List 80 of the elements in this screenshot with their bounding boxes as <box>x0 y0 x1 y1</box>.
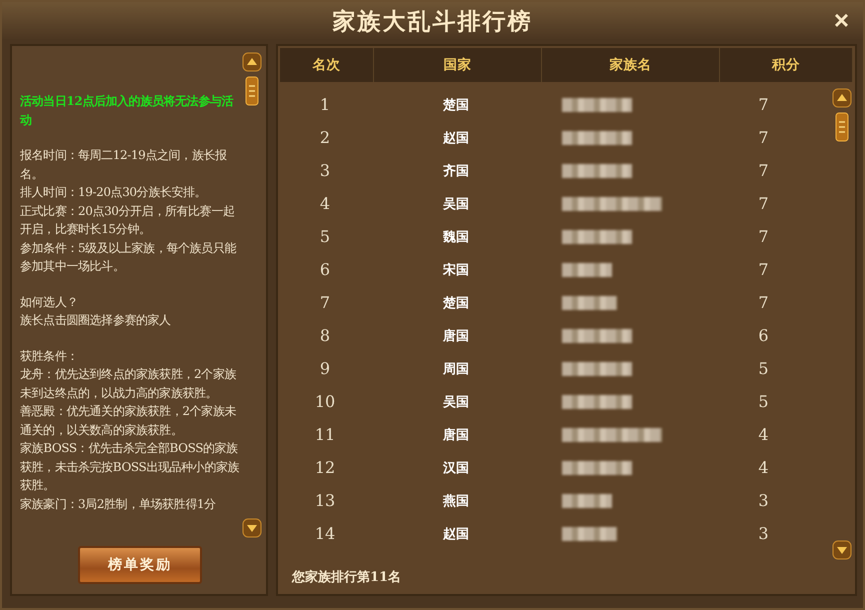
rank-cell: 14 <box>314 524 336 543</box>
window-title: 家族大乱斗排行榜 <box>332 6 532 36</box>
rule-text: 获胜条件： <box>20 348 80 364</box>
blurred-name <box>562 460 632 474</box>
country-cell-text: 楚国 <box>443 294 469 312</box>
rule-text: 排人时间：19-20点30分族长安排。 <box>20 184 208 201</box>
blurred-name <box>562 494 612 508</box>
blurred-name <box>562 230 632 244</box>
score-cell: 4 <box>758 425 769 444</box>
rank-cell: 6 <box>320 260 330 279</box>
score-cell: 7 <box>758 128 769 147</box>
country-cell-text: 齐国 <box>443 162 469 180</box>
score-cell: 7 <box>758 161 769 180</box>
scroll-down-icon[interactable] <box>242 518 262 538</box>
blurred-name <box>562 262 612 276</box>
blurred-name <box>562 328 632 342</box>
rank-cell: 12 <box>314 458 336 477</box>
scroll-thumb[interactable] <box>835 112 849 142</box>
country-cell-text: 唐国 <box>443 328 469 344</box>
score-cell: 6 <box>758 326 769 345</box>
close-button[interactable]: × <box>830 6 853 34</box>
rule-text: 报名时间：每周二12-19点之间，族长报名。 <box>20 147 228 182</box>
rank-cell: 7 <box>320 293 330 312</box>
reward-button[interactable]: 榜单奖励 <box>78 546 202 584</box>
rule-text: 龙舟：优先达到终点的家族获胜，2个家族未到达终点的，以战力高的家族获胜。 <box>20 366 238 402</box>
rank-cell: 13 <box>314 491 336 510</box>
column-header: 积分 <box>720 48 853 82</box>
blurred-name <box>562 394 632 408</box>
country-cell-text: 周国 <box>443 360 469 378</box>
score-cell: 7 <box>758 95 769 114</box>
rank-cell: 4 <box>320 194 330 213</box>
rule-text: 家族BOSS：优先击杀完全部BOSS的家族获胜，未击杀完按BOSS出现品种小的家族获胜。 <box>20 440 240 494</box>
blurred-name <box>562 296 617 310</box>
column-header: 名次 <box>280 48 374 82</box>
rule-text: 正式比赛：20点30分开启，所有比赛一起开启，比赛时长15分钟。 <box>20 202 236 238</box>
rule-text: 参加条件：5级及以上家族，每个族员只能参加其中一场比斗。 <box>20 240 238 275</box>
blurred-name <box>562 98 632 112</box>
blurred-name <box>562 362 632 376</box>
rank-cell: 1 <box>320 95 330 114</box>
notice-text: 活动当日12点后加入的族员将无法参与活动 <box>20 93 234 128</box>
score-cell: 7 <box>758 260 769 279</box>
country-cell-text: 燕国 <box>443 492 469 510</box>
column-header: 家族名 <box>542 48 720 82</box>
score-cell: 5 <box>758 359 769 378</box>
score-cell: 7 <box>758 293 769 312</box>
country-cell-text: 吴国 <box>443 196 469 212</box>
score-cell: 7 <box>758 194 769 213</box>
country-cell-text: 赵国 <box>443 526 469 542</box>
rule-text: 如何选人？ <box>20 294 80 310</box>
country-cell-text: 唐国 <box>443 426 469 444</box>
blurred-name <box>562 164 632 178</box>
rank-cell: 10 <box>314 392 336 411</box>
score-cell: 7 <box>758 227 769 246</box>
scroll-down-icon[interactable] <box>832 540 852 560</box>
rank-cell: 8 <box>320 326 330 345</box>
rule-text: 族长点击圆圈选择参赛的家人 <box>20 312 172 329</box>
score-cell: 4 <box>758 458 769 477</box>
column-header: 国家 <box>374 48 542 82</box>
rank-cell: 5 <box>320 227 330 246</box>
rank-cell: 2 <box>320 128 330 147</box>
score-cell: 3 <box>758 524 769 543</box>
country-cell-text: 宋国 <box>443 262 469 278</box>
rank-summary: 您家族排行第11名 <box>292 570 402 585</box>
country-cell-text: 赵国 <box>443 130 469 146</box>
score-cell: 5 <box>758 392 769 411</box>
country-cell-text: 魏国 <box>443 228 469 246</box>
scroll-thumb[interactable] <box>245 76 259 106</box>
country-cell-text: 汉国 <box>443 460 469 476</box>
scroll-up-icon[interactable] <box>242 52 262 72</box>
rank-cell: 11 <box>314 425 336 444</box>
rule-text: 善恶殿：优先通关的家族获胜，2个家族未通关的，以关数高的家族获胜。 <box>20 403 238 438</box>
rule-text: 家族豪门：3局2胜制，单场获胜得1分 <box>20 496 217 512</box>
blurred-name <box>562 130 632 144</box>
score-cell: 3 <box>758 491 769 510</box>
country-cell-text: 吴国 <box>443 394 469 410</box>
country-cell-text: 楚国 <box>443 96 469 114</box>
rank-cell: 9 <box>320 359 330 378</box>
rank-cell: 3 <box>320 161 330 180</box>
blurred-name <box>562 526 617 540</box>
scroll-up-icon[interactable] <box>832 88 852 108</box>
